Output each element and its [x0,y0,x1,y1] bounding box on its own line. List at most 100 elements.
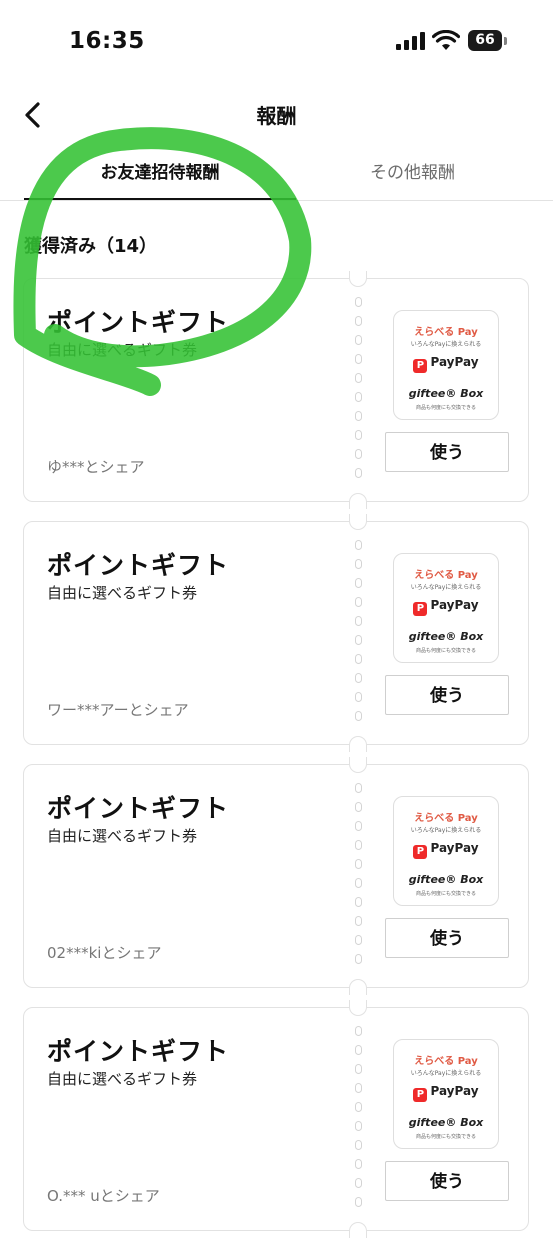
shared-with-label: O.*** uとシェア [47,1187,160,1205]
perforation-dot [354,935,362,945]
shared-with-label: ワー***アーとシェア [47,701,189,719]
giftee-box-logo: giftee® Box [408,1116,484,1129]
perforation-dot [354,821,362,831]
perforation-dot [354,1064,362,1074]
paypay-wordmark: PayPay [430,598,479,612]
erabel-pay-logo: えらべる Pay [414,327,478,338]
tab-friend-invite-rewards[interactable]: お友達招待報酬 [24,158,296,202]
battery-nub [504,37,507,45]
reward-title: ポイントギフト [47,308,230,337]
ticket-notch [349,757,367,773]
perforation-dot [354,840,362,850]
perforation-dot [354,897,362,907]
perforation-dot [354,878,362,888]
perforation-dot [354,540,362,550]
perforation-dot [354,954,362,964]
use-button[interactable]: 使う [385,432,509,472]
erabel-pay-tagline: いろんなPayに換えられる [410,341,482,348]
giftee-box-tagline: 商品も何度にも交換できる [416,891,476,897]
battery-level: 66 [468,30,502,51]
perforation-dot [354,392,362,402]
section-heading: 獲得済み（14） [24,236,158,257]
erabel-pay-tagline: いろんなPayに換えられる [410,584,482,591]
status-bar: 16:35 66 [0,0,553,80]
ticket-notch [349,1222,367,1238]
giftee-box-tagline: 商品も何度にも交換できる [416,648,476,654]
paypay-logo: P PayPay [394,1084,498,1102]
giftee-box-tagline: 商品も何度にも交換できる [416,1134,476,1140]
ticket-notch [349,514,367,530]
tab-divider [0,200,553,201]
paypay-wordmark: PayPay [430,355,479,369]
gift-brand-logo: えらべる Pay いろんなPayに換えられる P PayPay giftee® B… [393,553,499,663]
erabel-pay-logo: えらべる Pay [414,1056,478,1067]
perforation-dot [354,654,362,664]
perforation [353,297,363,487]
perforation-dot [354,411,362,421]
paypay-logo: P PayPay [394,598,498,616]
paypay-wordmark: PayPay [430,841,479,855]
reward-title: ポイントギフト [47,551,230,580]
reward-title: ポイントギフト [47,1037,230,1066]
perforation-dot [354,354,362,364]
perforation-dot [354,1178,362,1188]
perforation-dot [354,468,362,478]
reward-card: ポイントギフト 自由に選べるギフト券 ゆ***とシェア えらべる Pay いろん… [23,271,529,509]
ticket-notch [349,736,367,752]
reward-card: ポイントギフト 自由に選べるギフト券 ワー***アーとシェア えらべる Pay … [23,514,529,752]
gift-brand-logo: えらべる Pay いろんなPayに換えられる P PayPay giftee® B… [393,796,499,906]
reward-subtitle: 自由に選べるギフト券 [47,584,198,602]
paypay-logo: P PayPay [394,355,498,373]
tab-other-rewards[interactable]: その他報酬 [296,158,529,202]
reward-subtitle: 自由に選べるギフト券 [47,341,198,359]
perforation-dot [354,916,362,926]
perforation-dot [354,430,362,440]
perforation-dot [354,1026,362,1036]
battery-icon: 66 [468,30,508,51]
perforation-dot [354,1102,362,1112]
perforation-dot [354,597,362,607]
perforation-dot [354,297,362,307]
erabel-pay-tagline: いろんなPayに換えられる [410,1070,482,1077]
ticket-notch [349,1000,367,1016]
paypay-mark-icon: P [413,845,428,859]
paypay-mark-icon: P [413,602,428,616]
perforation-dot [354,673,362,683]
perforation-dot [354,373,362,383]
perforation [353,540,363,730]
page-title: 報酬 [256,104,297,128]
perforation-dot [354,335,362,345]
erabel-pay-logo: えらべる Pay [414,813,478,824]
shared-with-label: 02***kiとシェア [47,944,162,962]
perforation [353,1026,363,1216]
giftee-box-logo: giftee® Box [408,873,484,886]
paypay-logo: P PayPay [394,841,498,859]
use-button[interactable]: 使う [385,675,509,715]
paypay-mark-icon: P [413,359,428,373]
erabel-pay-logo: えらべる Pay [414,570,478,581]
ticket-notch [349,979,367,995]
giftee-box-logo: giftee® Box [408,630,484,643]
use-button[interactable]: 使う [385,1161,509,1201]
perforation-dot [354,783,362,793]
wifi-icon [432,30,460,50]
perforation-dot [354,1083,362,1093]
perforation-dot [354,1045,362,1055]
ticket-notch [349,271,367,287]
gift-brand-logo: えらべる Pay いろんなPayに換えられる P PayPay giftee® B… [393,1039,499,1149]
paypay-mark-icon: P [413,1088,428,1102]
reward-subtitle: 自由に選べるギフト券 [47,1070,198,1088]
reward-title: ポイントギフト [47,794,230,823]
perforation-dot [354,859,362,869]
perforation-dot [354,316,362,326]
perforation-dot [354,711,362,721]
cellular-signal-icon [396,32,425,50]
reward-subtitle: 自由に選べるギフト券 [47,827,198,845]
perforation-dot [354,449,362,459]
ticket-notch [349,493,367,509]
paypay-wordmark: PayPay [430,1084,479,1098]
erabel-pay-tagline: いろんなPayに換えられる [410,827,482,834]
use-button[interactable]: 使う [385,918,509,958]
giftee-box-tagline: 商品も何度にも交換できる [416,405,476,411]
perforation-dot [354,578,362,588]
